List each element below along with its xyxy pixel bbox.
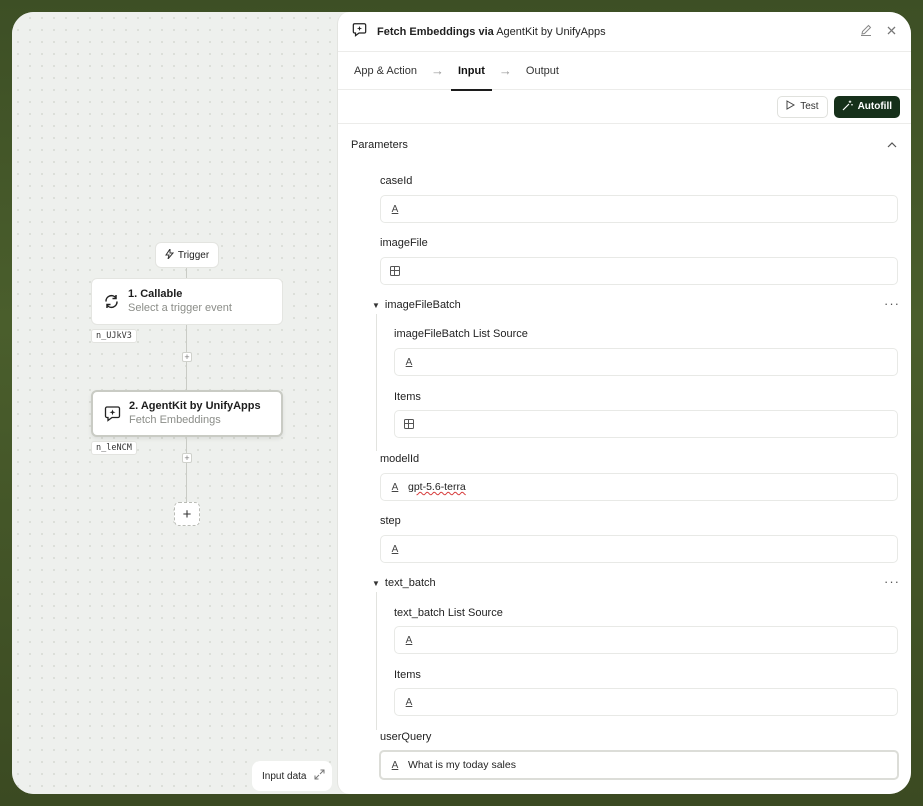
edit-icon[interactable]	[860, 24, 872, 39]
tab-app-action[interactable]: App & Action	[354, 52, 417, 90]
tab-output[interactable]: Output	[526, 52, 559, 90]
more-options-icon[interactable]: ···	[884, 296, 900, 311]
group-label: imageFileBatch	[384, 299, 461, 311]
add-step-button[interactable]: +	[182, 352, 192, 362]
field-label-imagefile: imageFile	[380, 237, 428, 249]
autofill-label: Autofill	[857, 101, 892, 112]
modelid-input[interactable]: A gpt-5.6-terra	[380, 473, 898, 501]
more-options-icon[interactable]: ···	[884, 574, 900, 589]
field-label-list-source: text_batch List Source	[394, 607, 503, 619]
chevron-up-icon[interactable]	[887, 139, 897, 151]
text-batch-list-source-input[interactable]: A	[394, 626, 898, 654]
node-subtitle: Select a trigger event	[128, 302, 232, 314]
text-batch-group-toggle[interactable]: ▼ text_batch	[372, 577, 436, 589]
step-input[interactable]: A	[380, 535, 898, 563]
caret-down-icon: ▼	[372, 300, 380, 310]
arrow-right-icon: →	[498, 63, 512, 78]
panel-title-action: Fetch Embeddings via	[377, 25, 494, 38]
caret-down-icon: ▼	[372, 578, 380, 588]
app-window: Trigger 1. Callable Select a trigger eve…	[12, 12, 911, 794]
text-type-icon: A	[405, 356, 413, 368]
field-label-list-source: imageFileBatch List Source	[394, 328, 528, 340]
table-icon	[390, 266, 400, 276]
arrow-right-icon: →	[431, 63, 444, 78]
panel-toolbar: Test Autofill	[338, 90, 911, 124]
modelid-value: gpt-5.6-terra	[408, 481, 466, 493]
agentkit-icon	[352, 22, 367, 42]
node-subtitle: Fetch Embeddings	[129, 414, 221, 426]
table-icon	[404, 419, 414, 429]
workflow-node-callable[interactable]: 1. Callable Select a trigger event	[91, 278, 283, 325]
panel-header: Fetch Embeddings via AgentKit by UnifyAp…	[338, 12, 911, 52]
userquery-input[interactable]: A What is my today sales	[379, 750, 899, 780]
node-id-badge: n_leNCM	[91, 441, 137, 455]
field-label-modelid: modelId	[380, 453, 420, 465]
text-type-icon: A	[391, 481, 399, 493]
input-data-button[interactable]: Input data	[252, 761, 332, 791]
refresh-icon	[102, 293, 120, 311]
node-title: 2. AgentKit by UnifyApps	[129, 400, 261, 412]
tab-input[interactable]: Input	[451, 52, 492, 91]
group-label: text_batch	[384, 577, 436, 589]
connector-line	[186, 437, 187, 502]
imagefilebatch-group-toggle[interactable]: ▼ imageFileBatch	[372, 299, 461, 311]
step-config-panel: Fetch Embeddings via AgentKit by UnifyAp…	[337, 12, 911, 794]
panel-title-app: AgentKit by UnifyApps	[496, 25, 606, 38]
group-guide-line	[376, 314, 377, 451]
agentkit-icon	[103, 405, 121, 423]
play-icon	[786, 100, 796, 113]
userquery-value: What is my today sales	[408, 759, 516, 771]
parameters-section-header[interactable]: Parameters	[338, 125, 911, 165]
test-label: Test	[800, 101, 819, 112]
caseid-input[interactable]: A	[380, 195, 898, 223]
add-step-button[interactable]: +	[182, 453, 192, 463]
trigger-label: Trigger	[177, 249, 210, 261]
test-button[interactable]: Test	[777, 95, 828, 118]
field-label-items: Items	[394, 669, 421, 681]
lightning-icon	[164, 246, 174, 262]
section-title: Parameters	[351, 139, 408, 151]
text-batch-items-input[interactable]: A	[394, 688, 898, 716]
magic-wand-icon	[842, 100, 853, 114]
trigger-chip[interactable]: Trigger	[155, 242, 219, 268]
close-icon[interactable]	[886, 24, 897, 39]
text-type-icon: A	[391, 543, 399, 555]
imagefilebatch-items-input[interactable]	[394, 410, 898, 438]
field-label-step: step	[380, 515, 401, 527]
node-title: 1. Callable	[128, 288, 183, 300]
imagefilebatch-list-source-input[interactable]: A	[394, 348, 898, 376]
panel-title: Fetch Embeddings via AgentKit by UnifyAp…	[377, 26, 606, 38]
connector-line	[186, 268, 187, 278]
group-guide-line	[376, 592, 377, 730]
panel-tabs: App & Action → Input → Output	[338, 52, 911, 91]
expand-icon	[314, 769, 325, 783]
autofill-button[interactable]: Autofill	[833, 95, 900, 118]
text-type-icon: A	[391, 759, 399, 771]
text-type-icon: A	[405, 634, 413, 646]
imagefile-input[interactable]	[380, 257, 898, 285]
text-type-icon: A	[391, 203, 399, 215]
field-label-items: Items	[394, 391, 421, 403]
field-label-userquery: userQuery	[380, 731, 432, 743]
input-data-label: Input data	[262, 770, 307, 782]
field-label-caseid: caseId	[380, 175, 413, 187]
workflow-canvas[interactable]: Trigger 1. Callable Select a trigger eve…	[12, 12, 342, 794]
workflow-node-agentkit[interactable]: 2. AgentKit by UnifyApps Fetch Embedding…	[91, 390, 283, 437]
text-type-icon: A	[405, 696, 413, 708]
node-id-badge: n_UJkV3	[91, 329, 137, 343]
add-node-button[interactable]: +	[174, 502, 200, 526]
